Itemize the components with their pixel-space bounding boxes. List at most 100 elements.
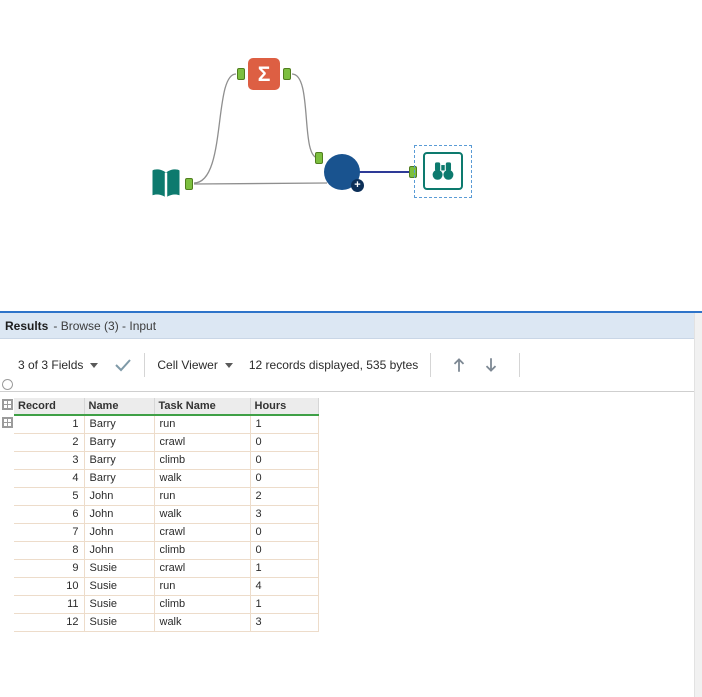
table-row[interactable]: 6 John walk 3: [14, 505, 319, 524]
summarize-output-anchor[interactable]: [283, 68, 291, 80]
table-row[interactable]: 7 John crawl 0: [14, 523, 319, 542]
toolbar-separator: [519, 353, 521, 377]
table-row[interactable]: 9 Susie crawl 1: [14, 559, 319, 578]
table-cell[interactable]: John: [84, 505, 155, 524]
table-cell[interactable]: 1: [250, 559, 319, 578]
table-row[interactable]: 11 Susie climb 1: [14, 595, 319, 614]
table-cell[interactable]: 2: [14, 433, 85, 452]
column-header-task-name[interactable]: Task Name: [154, 398, 251, 416]
profile-toggle-icon[interactable]: [2, 379, 13, 390]
table-cell[interactable]: 8: [14, 541, 85, 560]
table-row[interactable]: 3 Barry climb 0: [14, 451, 319, 470]
table-cell[interactable]: 0: [250, 433, 319, 452]
cell-viewer-dropdown[interactable]: Cell Viewer: [157, 358, 233, 372]
table-cell[interactable]: Susie: [84, 577, 155, 596]
table-cell[interactable]: Barry: [84, 415, 155, 434]
plus-badge-icon[interactable]: +: [351, 179, 364, 192]
table-cell[interactable]: crawl: [154, 433, 251, 452]
connection-input-to-summarize[interactable]: [193, 73, 237, 184]
table-cell[interactable]: 3: [250, 613, 319, 632]
table-row[interactable]: 1 Barry run 1: [14, 415, 319, 434]
table-cell[interactable]: 7: [14, 523, 85, 542]
input-data-tool[interactable]: [148, 166, 184, 202]
table-cell[interactable]: walk: [154, 613, 251, 632]
table-cell[interactable]: 2: [250, 487, 319, 506]
summarize-input-anchor[interactable]: [237, 68, 245, 80]
table-cell[interactable]: 1: [250, 415, 319, 434]
results-title: Results: [5, 318, 49, 333]
arrow-up-icon[interactable]: [451, 356, 467, 374]
table-row[interactable]: 5 John run 2: [14, 487, 319, 506]
union-input-anchor[interactable]: [315, 152, 323, 164]
table-cell[interactable]: 0: [250, 469, 319, 488]
chevron-down-icon: [224, 362, 233, 368]
table-header-row: Record Name Task Name Hours: [14, 398, 319, 416]
fields-dropdown[interactable]: 3 of 3 Fields: [18, 358, 99, 372]
table-cell[interactable]: run: [154, 415, 251, 434]
browse-tool[interactable]: [423, 152, 463, 190]
table-cell[interactable]: 5: [14, 487, 85, 506]
table-row[interactable]: 8 John climb 0: [14, 541, 319, 560]
sigma-icon: Σ: [257, 62, 271, 86]
table-cell[interactable]: 10: [14, 577, 85, 596]
table-row[interactable]: 4 Barry walk 0: [14, 469, 319, 488]
table-cell[interactable]: 11: [14, 595, 85, 614]
table-cell[interactable]: John: [84, 487, 155, 506]
column-header-record[interactable]: Record: [14, 398, 85, 416]
results-header: Results - Browse (3) - Input: [0, 313, 702, 339]
table-view-icon[interactable]: [2, 399, 13, 410]
table-cell[interactable]: 4: [250, 577, 319, 596]
table-cell[interactable]: Barry: [84, 433, 155, 452]
table-cell[interactable]: run: [154, 487, 251, 506]
metadata-view-icon[interactable]: [2, 417, 13, 428]
table-cell[interactable]: Susie: [84, 559, 155, 578]
fields-dropdown-label: 3 of 3 Fields: [18, 358, 84, 372]
toolbar-separator: [430, 353, 432, 377]
column-header-name[interactable]: Name: [84, 398, 155, 416]
table-cell[interactable]: John: [84, 541, 155, 560]
table-cell[interactable]: crawl: [154, 559, 251, 578]
table-cell[interactable]: 1: [14, 415, 85, 434]
table-cell[interactable]: Susie: [84, 595, 155, 614]
table-cell[interactable]: 0: [250, 523, 319, 542]
table-cell[interactable]: run: [154, 577, 251, 596]
toolbar-separator: [144, 353, 146, 377]
browse-tool-selection[interactable]: [414, 145, 472, 198]
table-cell[interactable]: 9: [14, 559, 85, 578]
table-cell[interactable]: 1: [250, 595, 319, 614]
table-row[interactable]: 12 Susie walk 3: [14, 613, 319, 632]
table-body: 1 Barry run 1 2 Barry crawl 0 3 Barry climb 0 4 Barry…: [14, 415, 319, 632]
vertical-scrollbar[interactable]: [694, 313, 702, 697]
table-cell[interactable]: Susie: [84, 613, 155, 632]
results-grid: Record Name Task Name Hours 1 Barry run 1 2 Barr…: [14, 398, 319, 632]
check-icon[interactable]: [114, 358, 132, 372]
table-cell[interactable]: 6: [14, 505, 85, 524]
table-cell[interactable]: 0: [250, 451, 319, 470]
cell-viewer-label: Cell Viewer: [157, 358, 218, 372]
table-row[interactable]: 2 Barry crawl 0: [14, 433, 319, 452]
table-cell[interactable]: climb: [154, 595, 251, 614]
table-row[interactable]: 10 Susie run 4: [14, 577, 319, 596]
book-icon: [152, 169, 180, 198]
table-cell[interactable]: 3: [14, 451, 85, 470]
table-cell[interactable]: walk: [154, 469, 251, 488]
summarize-tool[interactable]: Σ: [248, 58, 280, 90]
table-cell[interactable]: 0: [250, 541, 319, 560]
connection-summarize-to-union[interactable]: [291, 73, 319, 159]
input-output-anchor[interactable]: [185, 178, 193, 190]
table-cell[interactable]: 12: [14, 613, 85, 632]
table-cell[interactable]: climb: [154, 451, 251, 470]
table-cell[interactable]: Barry: [84, 451, 155, 470]
column-header-hours[interactable]: Hours: [250, 398, 319, 416]
table-cell[interactable]: Barry: [84, 469, 155, 488]
connection-input-to-union[interactable]: [193, 182, 328, 185]
table-cell[interactable]: John: [84, 523, 155, 542]
arrow-down-icon[interactable]: [483, 356, 499, 374]
table-cell[interactable]: crawl: [154, 523, 251, 542]
table-cell[interactable]: 4: [14, 469, 85, 488]
table-cell[interactable]: 3: [250, 505, 319, 524]
table-cell[interactable]: walk: [154, 505, 251, 524]
union-tool[interactable]: +: [324, 154, 364, 192]
table-cell[interactable]: climb: [154, 541, 251, 560]
workflow-canvas[interactable]: Σ +: [0, 0, 702, 311]
